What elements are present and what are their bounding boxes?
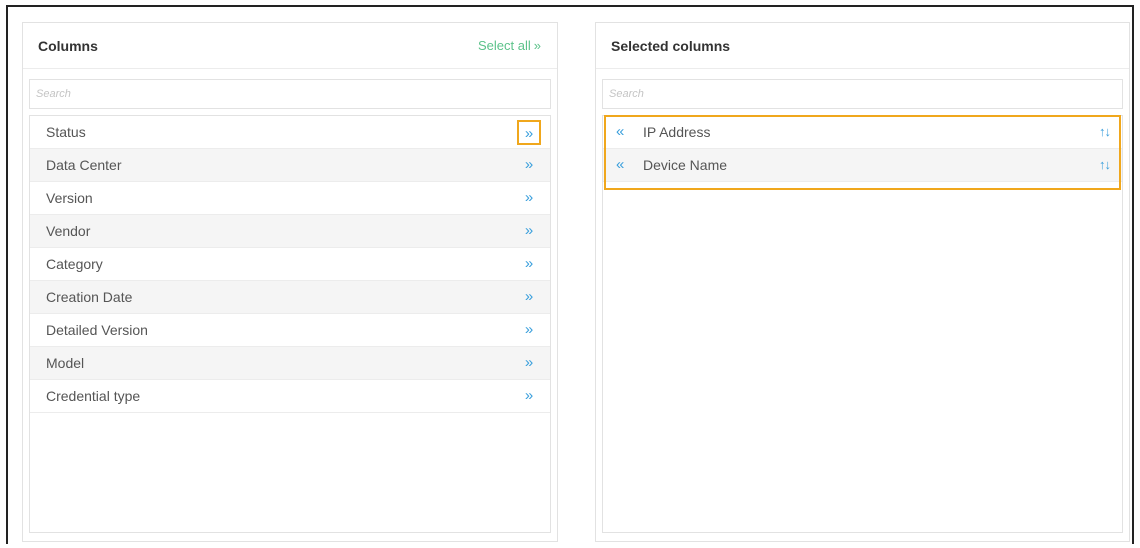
double-chevron-right-icon: » xyxy=(524,156,534,173)
column-item-label: Data Center xyxy=(46,157,122,173)
double-chevron-right-icon: » xyxy=(524,288,534,305)
selected-search-box xyxy=(602,79,1123,109)
select-all-button[interactable]: Select all» xyxy=(478,38,541,53)
selected-item-device-name[interactable]: « Device Name ↑↓ xyxy=(603,149,1122,182)
selected-panel-title: Selected columns xyxy=(611,38,731,54)
double-chevron-right-icon: » xyxy=(524,222,534,239)
add-column-button[interactable]: » xyxy=(518,215,540,247)
selected-panel-header: Selected columns xyxy=(596,23,1129,69)
double-chevron-right-icon: » xyxy=(524,321,534,338)
double-chevron-right-icon: » xyxy=(533,38,541,53)
column-item-model: Model » xyxy=(30,347,550,380)
add-column-button[interactable]: » xyxy=(518,380,540,412)
add-column-button[interactable]: » xyxy=(517,120,541,145)
column-item-creation-date: Creation Date » xyxy=(30,281,550,314)
add-column-button[interactable]: » xyxy=(518,281,540,313)
selected-list-container: « IP Address ↑↓ « Device Name ↑↓ xyxy=(602,115,1123,533)
column-item-label: Credential type xyxy=(46,388,141,404)
select-all-label: Select all xyxy=(478,38,531,53)
column-item-vendor: Vendor » xyxy=(30,215,550,248)
columns-search-box xyxy=(29,79,551,109)
add-column-button[interactable]: » xyxy=(518,149,540,181)
columns-list-container: Status » Data Center » Version » Vendor … xyxy=(29,115,551,533)
columns-panel: Columns Select all» Status » Data Center… xyxy=(22,22,558,542)
add-column-button[interactable]: » xyxy=(518,248,540,280)
column-item-label: Detailed Version xyxy=(46,322,148,338)
double-chevron-right-icon: » xyxy=(524,255,534,272)
remove-column-button[interactable]: « xyxy=(616,116,624,148)
double-chevron-left-icon: « xyxy=(616,156,625,173)
column-item-credential-type: Credential type » xyxy=(30,380,550,413)
column-item-label: Model xyxy=(46,355,85,371)
double-chevron-right-icon: » xyxy=(524,387,534,404)
columns-list: Status » Data Center » Version » Vendor … xyxy=(30,116,550,413)
double-chevron-left-icon: « xyxy=(616,123,625,140)
columns-panel-title: Columns xyxy=(38,38,98,54)
sort-arrows-icon[interactable]: ↑↓ xyxy=(1099,116,1111,148)
column-item-status: Status » xyxy=(30,116,550,149)
columns-panel-header: Columns Select all» xyxy=(23,23,557,69)
selected-item-ip-address[interactable]: « IP Address ↑↓ xyxy=(603,116,1122,149)
selected-search-input[interactable] xyxy=(603,80,1122,108)
selected-item-label: IP Address xyxy=(643,124,711,140)
column-item-version: Version » xyxy=(30,182,550,215)
add-column-button[interactable]: » xyxy=(518,182,540,214)
column-item-detailed-version: Detailed Version » xyxy=(30,314,550,347)
selected-columns-panel: Selected columns « IP Address ↑↓ « Devic… xyxy=(595,22,1130,542)
double-chevron-right-icon: » xyxy=(524,125,534,142)
column-item-label: Vendor xyxy=(46,223,91,239)
selected-list: « IP Address ↑↓ « Device Name ↑↓ xyxy=(603,116,1122,182)
column-item-label: Status xyxy=(46,124,86,140)
add-column-button[interactable]: » xyxy=(518,314,540,346)
double-chevron-right-icon: » xyxy=(524,189,534,206)
column-item-category: Category » xyxy=(30,248,550,281)
column-item-label: Category xyxy=(46,256,103,272)
remove-column-button[interactable]: « xyxy=(616,149,624,181)
double-chevron-right-icon: » xyxy=(524,354,534,371)
selected-item-label: Device Name xyxy=(643,157,728,173)
column-item-data-center: Data Center » xyxy=(30,149,550,182)
sort-arrows-icon[interactable]: ↑↓ xyxy=(1099,149,1111,181)
column-item-label: Creation Date xyxy=(46,289,133,305)
add-column-button[interactable]: » xyxy=(518,347,540,379)
column-item-label: Version xyxy=(46,190,93,206)
columns-search-input[interactable] xyxy=(30,80,550,108)
